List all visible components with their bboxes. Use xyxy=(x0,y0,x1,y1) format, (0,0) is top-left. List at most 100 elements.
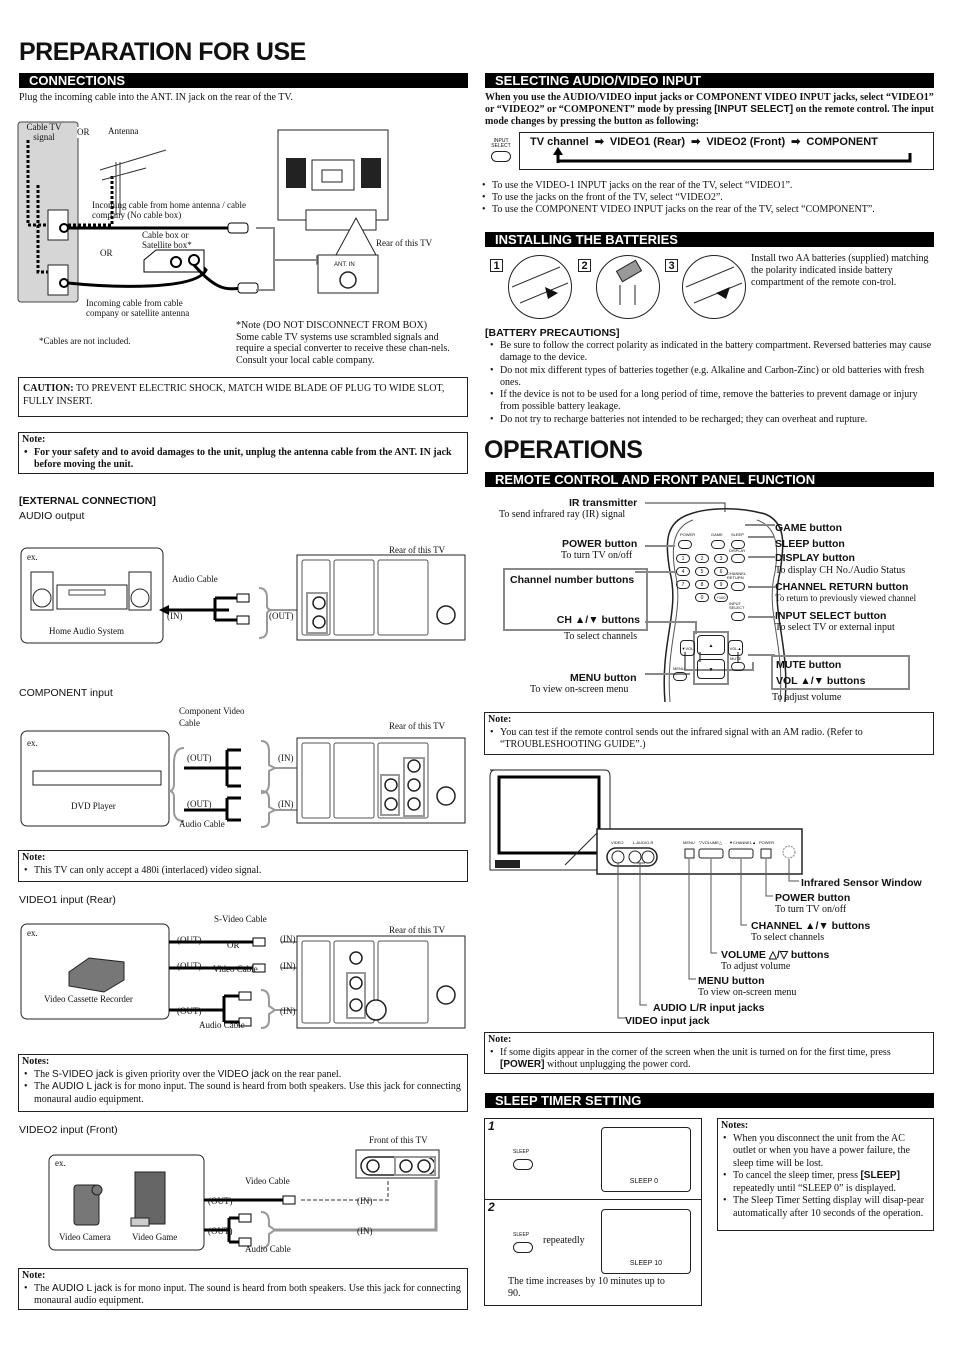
channel-return-title: CHANNEL RETURN button xyxy=(775,581,909,593)
component-note-text: This TV can only accept a 480i (interlac… xyxy=(22,865,464,878)
ant-in-label: ANT. IN xyxy=(334,262,355,268)
audio-cable-label: Audio Cable xyxy=(172,574,218,584)
out-label-1: (OUT) xyxy=(208,1196,233,1206)
out-label-2: (OUT) xyxy=(177,961,202,971)
remote-vol-up-button[interactable]: VOL▲ xyxy=(728,640,743,656)
sleep-notes-title: Notes: xyxy=(721,1120,749,1131)
selecting-bullet-2: To use the jacks on the front of the TV,… xyxy=(480,192,940,204)
component-diagram: ex. DVD Player Component Video Cable (OU… xyxy=(19,703,469,833)
video-cable-label: Video Cable xyxy=(213,964,258,974)
sleep-button-icon-2[interactable] xyxy=(513,1242,533,1253)
safety-note-title: Note: xyxy=(22,434,46,445)
remote-key-power-label: POWER xyxy=(680,532,696,537)
or-label: OR xyxy=(227,940,240,950)
sleep-notes-box: Notes: When you disconnect the unit from… xyxy=(717,1118,934,1231)
audio-output-diagram: ex. Home Audio System Audio Cable (IN) (… xyxy=(19,540,469,645)
front-power-label: POWER xyxy=(759,840,775,845)
cable-tv-signal-label: Cable TV signal xyxy=(26,122,62,142)
front-video-label: VIDEO xyxy=(611,840,624,845)
front-channel-title: CHANNEL ▲/▼ buttons xyxy=(751,920,871,932)
sleep-step-1-number: 1 xyxy=(488,1119,495,1133)
remote-display-button[interactable] xyxy=(731,554,745,563)
infrared-sensor-label: Infrared Sensor Window xyxy=(801,877,922,889)
channel-number-buttons-title: Channel number buttons xyxy=(510,574,635,586)
mute-button-title: MUTE button xyxy=(776,659,842,671)
connections-intro: Plug the incoming cable into the ANT. IN… xyxy=(19,92,293,103)
front-volume-label: ▽VOLUME△ xyxy=(699,840,723,845)
input-select-button-label: INPUT SELECT xyxy=(491,138,511,149)
remote-number-pad: 1 2 3 4 5 6 7 8 9 0 +100 xyxy=(676,554,731,602)
sleep-note-3: The Sleep Timer Setting display will dis… xyxy=(721,1195,930,1220)
remote-menu-button[interactable] xyxy=(673,672,687,681)
rear-of-tv-label: Rear of this TV xyxy=(389,721,446,731)
out-label-1: (OUT) xyxy=(187,753,212,763)
remote-key-input-label: INPUT SELECT xyxy=(729,601,745,610)
sleep-button-icon[interactable] xyxy=(513,1159,533,1170)
remote-digit-3[interactable]: 3 xyxy=(714,554,728,563)
front-channel-desc: To select channels xyxy=(751,932,825,943)
remote-digit-4[interactable]: 4 xyxy=(676,567,690,576)
battery-steps: 1 2 3 xyxy=(490,255,750,325)
remote-digit-5[interactable]: 5 xyxy=(695,567,709,576)
vol-buttons-desc: To adjust volume xyxy=(772,692,842,703)
caution-text: TO PREVENT ELECTRIC SHOCK, MATCH WIDE BL… xyxy=(23,383,445,407)
in-label-2: (IN) xyxy=(357,1226,373,1236)
front-panel-diagram: VIDEO L-AUDIO-R MENU ▽VOLUME△ ▼CHANNEL▲ … xyxy=(485,765,940,1030)
menu-button-title: MENU button xyxy=(570,672,637,684)
remote-game-button[interactable] xyxy=(711,540,725,549)
battery-precaution-3: If the device is not to be used for a lo… xyxy=(488,389,938,414)
battery-precaution-2: Do not mix different types of batteries … xyxy=(488,365,938,390)
battery-precautions-list: Be sure to follow the correct polarity a… xyxy=(488,340,938,426)
selecting-bullet-1: To use the VIDEO-1 INPUT jacks on the re… xyxy=(480,180,940,192)
ir-transmitter-desc: To send infrared ray (IR) signal xyxy=(499,509,626,520)
in-label-2: (IN) xyxy=(278,799,294,809)
caution-label: CAUTION: xyxy=(23,383,74,394)
remote-ch-down-button[interactable]: ▼ xyxy=(697,659,725,679)
in-label-1: (IN) xyxy=(280,934,296,944)
front-of-tv-label: Front of this TV xyxy=(369,1135,428,1145)
sleep-screen-2: SLEEP 10 xyxy=(601,1209,691,1274)
sleep-steps-divider xyxy=(485,1199,701,1200)
vol-buttons-title: VOL ▲/▼ buttons xyxy=(776,675,866,687)
remote-digit-2[interactable]: 2 xyxy=(695,554,709,563)
cable-box-note: *Note (DO NOT DISCONNECT FROM BOX) Some … xyxy=(236,320,468,366)
remote-digit-6[interactable]: 6 xyxy=(714,567,728,576)
front-panel-note-title: Note: xyxy=(488,1034,512,1045)
external-connection-header: [EXTERNAL CONNECTION] xyxy=(19,495,156,507)
remote-digit-7[interactable]: 7 xyxy=(676,580,690,589)
component-input-title: COMPONENT input xyxy=(19,687,113,699)
remote-digit-1[interactable]: 1 xyxy=(676,554,690,563)
remote-mute-button[interactable] xyxy=(731,662,745,671)
video-game-label: Video Game xyxy=(132,1232,178,1242)
front-audio-label: L-AUDIO-R xyxy=(633,840,654,845)
video2-note-title: Note: xyxy=(22,1270,46,1281)
in-label-2: (IN) xyxy=(280,961,296,971)
mute-vol-callout: MUTE button VOL ▲/▼ buttons xyxy=(771,655,910,690)
out-label-3: (OUT) xyxy=(177,1006,202,1016)
remote-digit-0[interactable]: 0 xyxy=(695,593,709,602)
sleep-screen-2-text: SLEEP 10 xyxy=(629,1260,662,1267)
ch-buttons-title: CH ▲/▼ buttons xyxy=(556,614,640,626)
or-label-2: OR xyxy=(100,248,113,258)
remote-digit-8[interactable]: 8 xyxy=(695,580,709,589)
front-menu-desc: To view on-screen menu xyxy=(698,987,797,998)
remote-vol-down-button[interactable]: ▼VOL xyxy=(680,640,695,656)
component-cable-label: Component Video Cable xyxy=(179,706,245,728)
power-button-desc: To turn TV on/off xyxy=(561,550,633,561)
remote-digit-9[interactable]: 9 xyxy=(714,580,728,589)
in-label-1: (IN) xyxy=(357,1196,373,1206)
input-select-desc: To select TV or external input xyxy=(775,622,895,633)
game-button-title: GAME button xyxy=(775,522,843,534)
remote-digit-plus100[interactable]: +100 xyxy=(714,593,728,602)
in-label-3: (IN) xyxy=(280,1006,296,1016)
sleep-step-2-number: 2 xyxy=(488,1200,495,1214)
sleep-note-1: When you disconnect the unit from the AC… xyxy=(721,1133,930,1171)
out-label-2: (OUT) xyxy=(208,1226,233,1236)
battery-precautions-title: [BATTERY PRECAUTIONS] xyxy=(485,327,620,339)
remote-channel-return-button[interactable] xyxy=(731,582,745,591)
remote-ch-up-button[interactable]: ▲ xyxy=(697,635,725,655)
in-label-1: (IN) xyxy=(278,753,294,763)
remote-power-button[interactable] xyxy=(678,540,692,549)
safety-note-text: For your safety and to avoid damages to … xyxy=(22,447,464,472)
remote-input-select-button[interactable] xyxy=(731,612,745,621)
